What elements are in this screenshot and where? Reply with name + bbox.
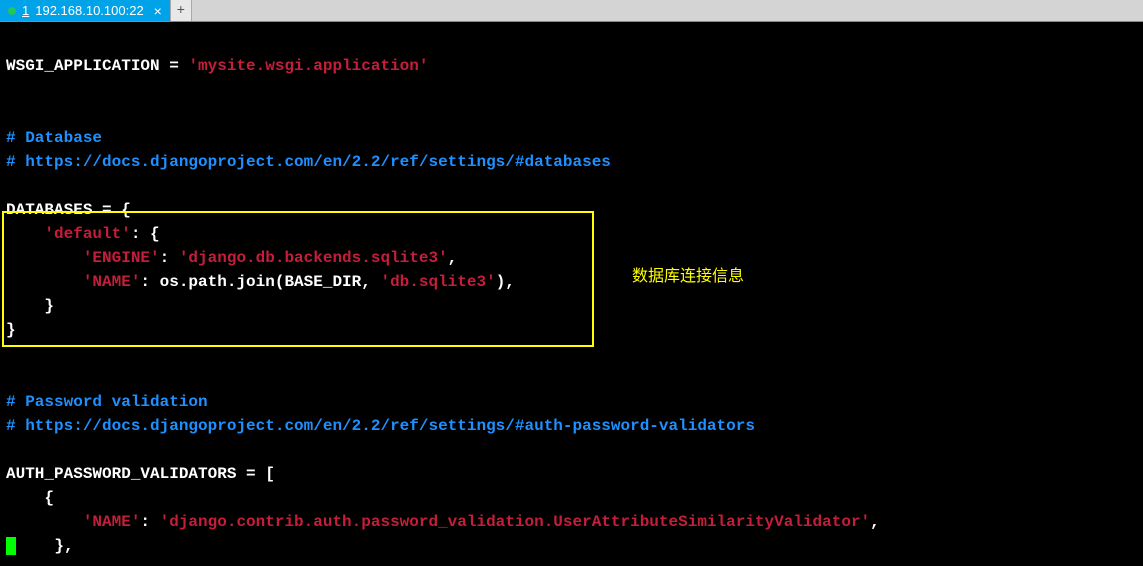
code-line: 'default': { — [6, 222, 1137, 246]
code-line: WSGI_APPLICATION = 'mysite.wsgi.applicat… — [6, 54, 1137, 78]
code-line: AUTH_PASSWORD_VALIDATORS = [ — [6, 462, 1137, 486]
code-comment: # Password validation — [6, 390, 1137, 414]
code-line: { — [6, 486, 1137, 510]
cursor-icon — [6, 537, 16, 555]
code-line: } — [6, 294, 1137, 318]
tab-title: 192.168.10.100:22 — [35, 3, 143, 18]
code-line: }, — [6, 534, 1137, 558]
terminal-content[interactable]: WSGI_APPLICATION = 'mysite.wsgi.applicat… — [0, 22, 1143, 566]
code-line: } — [6, 318, 1137, 342]
close-icon[interactable]: × — [154, 3, 162, 19]
terminal-tab[interactable]: 1 192.168.10.100:22 × — [0, 0, 170, 21]
tab-number: 1 — [22, 3, 29, 18]
code-comment: # Database — [6, 126, 1137, 150]
code-line: 'NAME': 'django.contrib.auth.password_va… — [6, 510, 1137, 534]
annotation-label: 数据库连接信息 — [632, 265, 744, 289]
code-comment: # https://docs.djangoproject.com/en/2.2/… — [6, 150, 1137, 174]
connection-status-icon — [8, 7, 16, 15]
code-line: DATABASES = { — [6, 198, 1137, 222]
code-line: 'NAME': os.path.join(BASE_DIR, 'db.sqlit… — [6, 270, 1137, 294]
code-line: 'ENGINE': 'django.db.backends.sqlite3', — [6, 246, 1137, 270]
add-tab-button[interactable]: + — [170, 0, 192, 21]
code-comment: # https://docs.djangoproject.com/en/2.2/… — [6, 414, 1137, 438]
tab-bar: 1 192.168.10.100:22 × + — [0, 0, 1143, 22]
